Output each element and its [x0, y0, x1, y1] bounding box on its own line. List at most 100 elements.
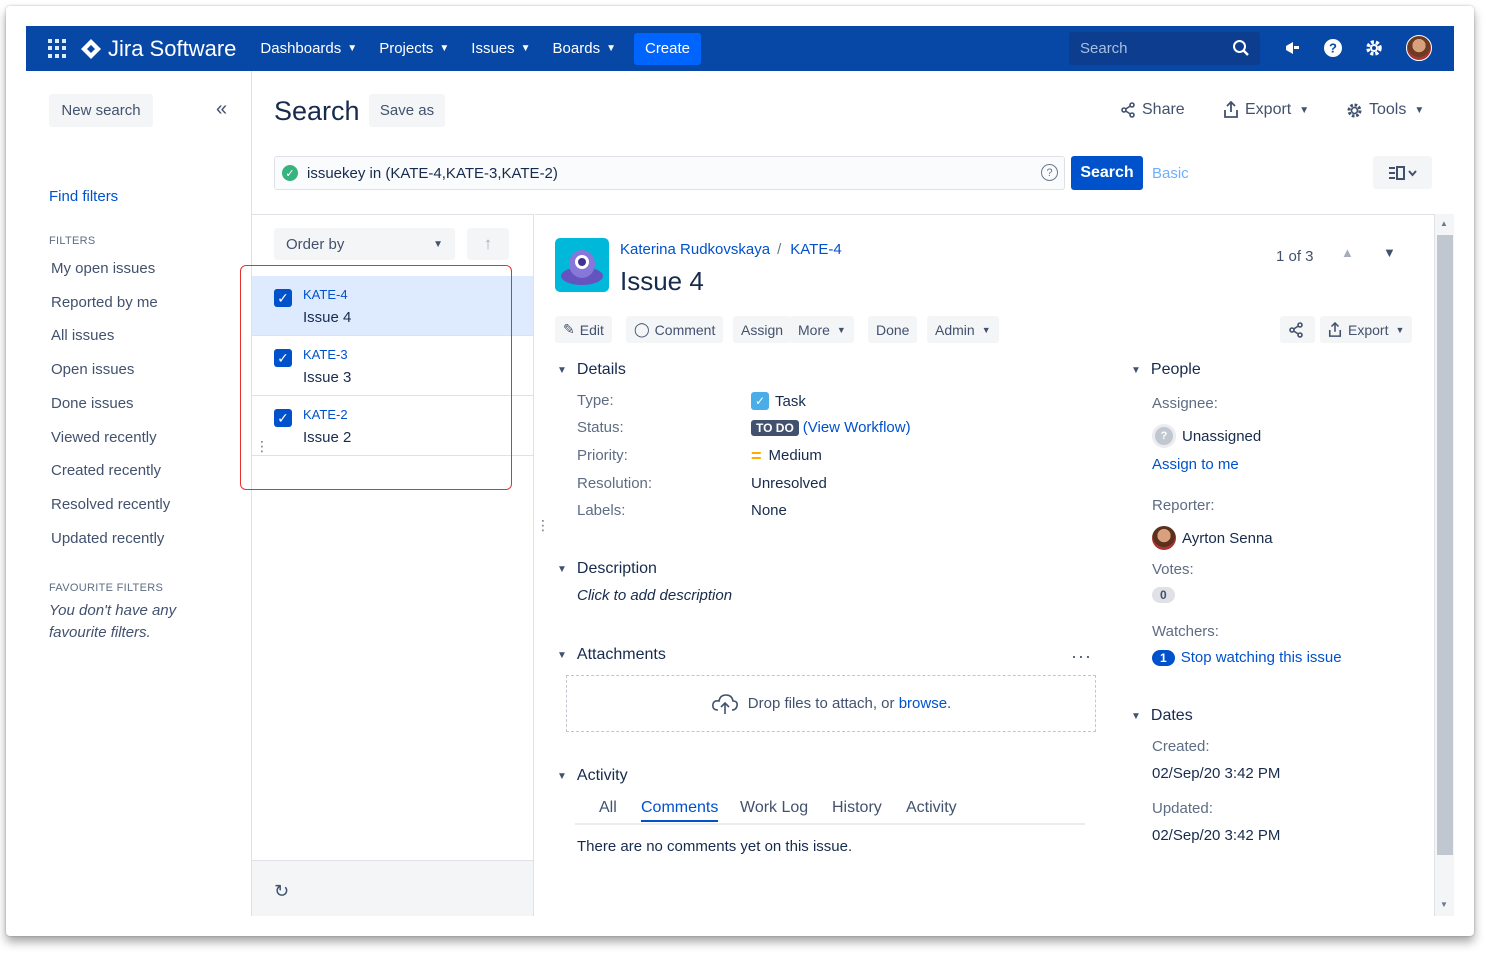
refresh-icon[interactable]: ↻	[274, 881, 289, 902]
filter-reported-by-me[interactable]: Reported by me	[51, 294, 158, 311]
scroll-up-arrow-icon[interactable]: ▲	[1440, 219, 1448, 228]
next-issue-chevron-down-icon[interactable]: ▼	[1383, 245, 1396, 260]
jira-diamond-icon	[81, 38, 101, 59]
assignee-value[interactable]: ? Unassigned	[1152, 424, 1261, 448]
description-placeholder[interactable]: Click to add description	[577, 587, 732, 604]
create-button[interactable]: Create	[633, 32, 702, 65]
menu-projects[interactable]: Projects ▼	[379, 40, 449, 57]
comment-button[interactable]: ◯ Comment	[626, 316, 724, 343]
filter-created-recently[interactable]: Created recently	[51, 462, 161, 479]
details-heading: Details	[576, 361, 626, 378]
reporter-value[interactable]: Ayrton Senna	[1152, 526, 1273, 550]
admin-menu-button[interactable]: Admin ▼	[927, 316, 999, 343]
highlight-annotation-box	[240, 265, 512, 490]
status-label: Status:	[577, 419, 624, 436]
export-issue-button[interactable]: Export ▼	[1320, 316, 1413, 343]
share-button[interactable]: Share	[1120, 101, 1185, 119]
tab-work-log[interactable]: Work Log	[740, 799, 808, 817]
detail-scrollbar[interactable]: ▲ ▼	[1434, 214, 1454, 916]
resolution-value: Unresolved	[751, 475, 827, 492]
filter-updated-recently[interactable]: Updated recently	[51, 530, 164, 547]
search-button[interactable]: Search	[1071, 156, 1143, 190]
priority-label: Priority:	[577, 447, 628, 464]
people-section-toggle[interactable]: ▼ People	[1131, 361, 1201, 379]
description-section-toggle[interactable]: ▼ Description	[557, 560, 657, 578]
export-label: Export	[1348, 321, 1389, 338]
tab-all[interactable]: All	[599, 799, 617, 817]
chevron-down-icon: ▼	[1299, 104, 1310, 116]
basic-mode-link[interactable]: Basic	[1152, 165, 1189, 182]
browse-link[interactable]: browse.	[899, 695, 952, 712]
layout-switcher-button[interactable]	[1373, 156, 1432, 189]
votes-value[interactable]: 0	[1152, 587, 1175, 603]
export-menu-button[interactable]: Export ▼	[1223, 101, 1309, 119]
filter-resolved-recently[interactable]: Resolved recently	[51, 496, 170, 513]
labels-label: Labels:	[577, 502, 626, 519]
previous-issue-chevron-up-icon[interactable]: ▲	[1341, 245, 1354, 260]
assign-to-me-link[interactable]: Assign to me	[1152, 456, 1239, 473]
issue-title[interactable]: Issue 4	[620, 266, 704, 297]
attachments-section-toggle[interactable]: ▼ Attachments	[557, 646, 666, 664]
main-menu: Dashboards ▼ Projects ▼ Issues ▼ Boards ▼ Cr…	[260, 32, 702, 65]
help-icon[interactable]: ?	[1322, 37, 1344, 59]
edit-button[interactable]: ✎ Edit	[555, 316, 612, 343]
menu-dashboards[interactable]: Dashboards ▼	[260, 40, 357, 57]
assign-button[interactable]: Assign	[733, 316, 792, 343]
project-avatar[interactable]	[555, 238, 609, 292]
edit-label: Edit	[579, 321, 604, 338]
votes-count-badge: 0	[1152, 587, 1175, 603]
find-filters-link[interactable]: Find filters	[49, 188, 118, 205]
more-label: More	[798, 321, 830, 338]
collapse-sidebar-icon[interactable]: «	[216, 98, 227, 121]
breadcrumb-issue-key[interactable]: KATE-4	[790, 241, 841, 258]
jql-query-input[interactable]: ✓ issuekey in (KATE-4,KATE-3,KATE-2) ?	[274, 156, 1065, 190]
done-button[interactable]: Done	[868, 316, 918, 343]
sort-direction-arrow-icon[interactable]: ↑	[467, 228, 509, 260]
breadcrumb-project[interactable]: Katerina Rudkovskaya	[620, 241, 770, 258]
details-section-toggle[interactable]: ▼ Details	[557, 361, 626, 379]
chevron-down-icon: ▼	[557, 364, 567, 376]
dates-section-toggle[interactable]: ▼ Dates	[1131, 707, 1193, 725]
app-switcher-icon[interactable]	[48, 38, 68, 59]
labels-value[interactable]: None	[751, 502, 787, 519]
global-search-input[interactable]: Search	[1069, 32, 1260, 65]
filter-open-issues[interactable]: Open issues	[51, 361, 134, 378]
filter-viewed-recently[interactable]: Viewed recently	[51, 429, 157, 446]
unassigned-avatar-icon: ?	[1152, 424, 1176, 448]
chevron-down-icon: ▼	[439, 43, 450, 54]
tab-activity[interactable]: Activity	[906, 799, 957, 817]
attachments-more-icon[interactable]: ···	[1071, 646, 1092, 667]
issue-detail-pane: Katerina Rudkovskaya / KATE-4 Issue 4 1 …	[535, 214, 1435, 916]
menu-issues[interactable]: Issues ▼	[471, 40, 530, 57]
filters-heading: FILTERS	[49, 235, 96, 247]
tab-comments[interactable]: Comments	[641, 799, 719, 822]
tools-menu-button[interactable]: Tools ▼	[1346, 101, 1424, 119]
scrollbar-thumb[interactable]	[1437, 235, 1453, 855]
filter-all-issues[interactable]: All issues	[51, 327, 114, 344]
user-avatar[interactable]	[1406, 35, 1432, 61]
watchers-value[interactable]: 1 Stop watching this issue	[1152, 649, 1342, 666]
share-issue-button[interactable]	[1280, 316, 1315, 343]
chevron-down-icon: ▼	[433, 238, 443, 250]
priority-text: Medium	[768, 447, 822, 464]
filter-done-issues[interactable]: Done issues	[51, 395, 134, 412]
attachment-dropzone[interactable]: Drop files to attach, or browse.	[566, 675, 1096, 732]
settings-gear-icon[interactable]	[1363, 37, 1385, 59]
created-value: 02/Sep/20 3:42 PM	[1152, 765, 1281, 782]
filter-my-open-issues[interactable]: My open issues	[51, 260, 155, 277]
tab-history[interactable]: History	[832, 799, 882, 817]
order-by-label: Order by	[286, 235, 345, 253]
stop-watching-link[interactable]: Stop watching this issue	[1181, 649, 1342, 666]
jira-logo[interactable]: Jira Software	[80, 36, 236, 62]
menu-boards[interactable]: Boards ▼	[553, 40, 616, 57]
notifications-megaphone-icon[interactable]	[1282, 37, 1304, 59]
activity-section-toggle[interactable]: ▼ Activity	[557, 767, 628, 785]
order-by-dropdown[interactable]: Order by ▼	[274, 228, 455, 260]
export-icon	[1328, 321, 1342, 337]
new-search-button[interactable]: New search	[49, 94, 153, 127]
view-workflow-link[interactable]: (View Workflow)	[803, 419, 911, 436]
more-menu-button[interactable]: More ▼	[790, 316, 854, 343]
save-as-button[interactable]: Save as	[369, 94, 445, 127]
query-help-icon[interactable]: ?	[1041, 164, 1058, 181]
scroll-down-arrow-icon[interactable]: ▼	[1440, 900, 1448, 909]
